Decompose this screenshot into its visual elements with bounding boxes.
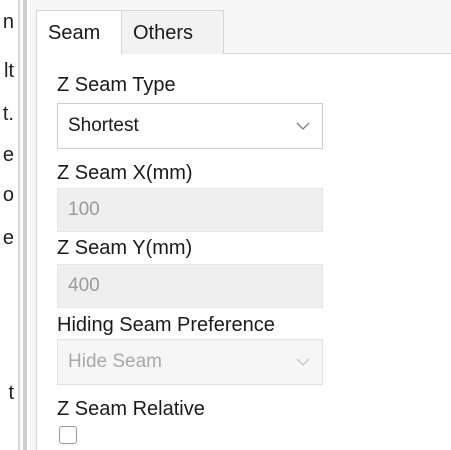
panel-divider [18, 0, 20, 450]
settings-panel: Seam Others Z Seam Type Shortest Z Seam … [30, 0, 451, 450]
chevron-down-icon [296, 122, 310, 130]
tab-bar: Seam Others [36, 10, 451, 54]
z-seam-relative-label: Z Seam Relative [57, 398, 205, 420]
tab-others[interactable]: Others [122, 10, 224, 54]
left-text-fragment: t [8, 382, 14, 404]
z-seam-relative-checkbox[interactable] [59, 426, 77, 444]
tab-seam[interactable]: Seam [36, 10, 122, 54]
z-seam-type-dropdown[interactable]: Shortest [57, 103, 323, 149]
left-text-fragment: o [2, 184, 14, 206]
left-text-fragment: n [2, 11, 14, 33]
left-text-fragment: e [2, 144, 14, 166]
seam-tab-content: Z Seam Type Shortest Z Seam X(mm) 100 Z … [36, 54, 451, 450]
z-seam-x-input[interactable]: 100 [57, 188, 323, 232]
z-seam-y-label: Z Seam Y(mm) [57, 237, 193, 259]
z-seam-x-label: Z Seam X(mm) [57, 162, 193, 184]
left-text-fragment: t. [2, 103, 14, 125]
chevron-down-icon [296, 358, 310, 366]
z-seam-type-value: Shortest [68, 115, 139, 136]
z-seam-type-label: Z Seam Type [57, 74, 176, 96]
seam-settings-window: n lt t. e o e t Seam Others Z Seam Type … [0, 0, 451, 450]
panel-splitter[interactable] [23, 0, 27, 450]
hiding-seam-preference-dropdown: Hide Seam [57, 339, 323, 385]
left-text-fragment: lt [4, 60, 14, 82]
hiding-seam-preference-label: Hiding Seam Preference [57, 314, 275, 336]
hiding-seam-preference-value: Hide Seam [68, 351, 162, 372]
z-seam-y-input[interactable]: 400 [57, 264, 323, 308]
left-text-fragment: e [2, 227, 14, 249]
